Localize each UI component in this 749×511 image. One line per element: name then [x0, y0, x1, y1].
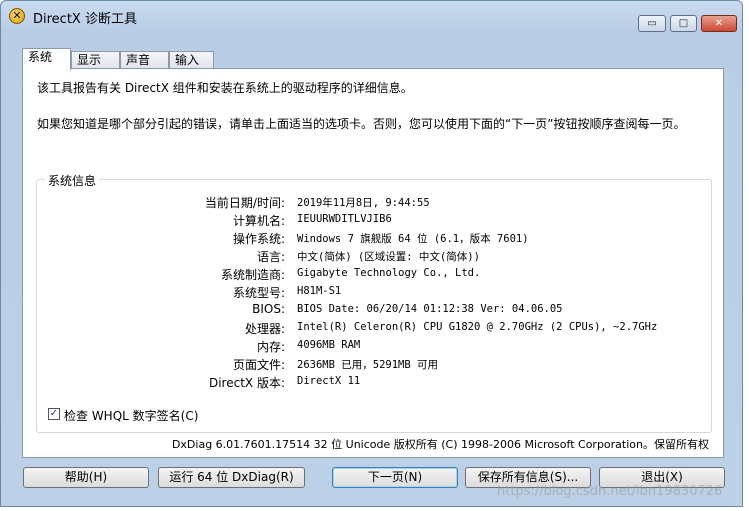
- info-value: H81M-S1: [297, 285, 342, 297]
- info-row-processor: 处理器: Intel(R) Celeron(R) CPU G1820 @ 2.7…: [37, 320, 711, 338]
- info-row-bios: BIOS: BIOS Date: 06/20/14 01:12:38 Ver: …: [37, 302, 711, 320]
- whql-check-label[interactable]: 检查 WHQL 数字签名(C): [64, 407, 198, 424]
- info-label: 处理器:: [244, 322, 285, 336]
- run-64bit-dxdiag-button[interactable]: 运行 64 位 DxDiag(R): [158, 467, 305, 488]
- info-row-language: 语言: 中文(简体) (区域设置: 中文(简体)): [37, 248, 711, 266]
- info-label: 操作系统:: [232, 232, 285, 246]
- intro-line-2: 如果您知道是哪个部分引起的错误，请单击上面适当的选项卡。否则，您可以使用下面的“…: [37, 117, 686, 131]
- info-value: Windows 7 旗舰版 64 位 (6.1，版本 7601): [297, 233, 529, 245]
- watermark-text: https://blog.csdn.net/lbn19830726: [497, 484, 723, 499]
- close-button[interactable]: ✕: [701, 15, 737, 32]
- info-label: 系统型号:: [232, 286, 285, 300]
- next-page-button[interactable]: 下一页(N): [332, 467, 458, 488]
- info-row-manufacturer: 系统制造商: Gigabyte Technology Co., Ltd.: [37, 266, 711, 284]
- info-row-os: 操作系统: Windows 7 旗舰版 64 位 (6.1，版本 7601): [37, 230, 711, 248]
- info-value: DirectX 11: [297, 375, 361, 387]
- tab-display[interactable]: 显示: [71, 51, 120, 69]
- title-bar[interactable]: ✕ DirectX 诊断工具 ▭ □ ✕: [1, 1, 742, 32]
- info-row-pagefile: 页面文件: 2636MB 已用，5291MB 可用: [37, 356, 711, 374]
- copyright-text: DxDiag 6.01.7601.17514 32 位 Unicode 版权所有…: [171, 438, 709, 451]
- info-value: 2019年11月8日, 9:44:55: [297, 197, 430, 209]
- intro-line-1: 该工具报告有关 DirectX 组件和安装在系统上的驱动程序的详细信息。: [37, 81, 413, 95]
- info-value: 中文(简体) (区域设置: 中文(简体)): [297, 251, 480, 263]
- window-title: DirectX 诊断工具: [33, 12, 137, 27]
- info-label: 当前日期/时间:: [204, 196, 285, 210]
- info-label: 系统制造商:: [220, 268, 285, 282]
- info-row-memory: 内存: 4096MB RAM: [37, 338, 711, 356]
- info-label: 页面文件:: [232, 358, 285, 372]
- system-info-group: 系统信息 当前日期/时间: 2019年11月8日, 9:44:55 计算机名: …: [36, 172, 712, 433]
- info-row-computer-name: 计算机名: IEUURWDITLVJIB6: [37, 212, 711, 230]
- info-label: 计算机名:: [232, 214, 285, 228]
- minimize-button[interactable]: ▭: [638, 15, 666, 32]
- tab-system[interactable]: 系统: [22, 48, 71, 70]
- system-tab-panel: 该工具报告有关 DirectX 组件和安装在系统上的驱动程序的详细信息。 如果您…: [22, 68, 724, 458]
- info-value: Gigabyte Technology Co., Ltd.: [297, 267, 481, 279]
- info-row-directx-version: DirectX 版本: DirectX 11: [37, 374, 711, 392]
- tab-input[interactable]: 输入: [169, 51, 214, 69]
- info-row-datetime: 当前日期/时间: 2019年11月8日, 9:44:55: [37, 194, 711, 212]
- tab-sound[interactable]: 声音: [120, 51, 169, 69]
- maximize-button[interactable]: □: [670, 15, 697, 32]
- info-value: BIOS Date: 06/20/14 01:12:38 Ver: 04.06.…: [297, 303, 563, 315]
- info-value: Intel(R) Celeron(R) CPU G1820 @ 2.70GHz …: [297, 321, 658, 333]
- info-label: DirectX 版本:: [208, 376, 285, 390]
- info-label: 语言:: [256, 250, 285, 264]
- info-label: 内存:: [256, 340, 285, 354]
- whql-checkbox[interactable]: ✓: [48, 408, 60, 420]
- system-info-title: 系统信息: [45, 172, 100, 189]
- info-label: BIOS:: [252, 302, 285, 316]
- info-row-model: 系统型号: H81M-S1: [37, 284, 711, 302]
- help-button[interactable]: 帮助(H): [23, 467, 149, 488]
- info-value: 2636MB 已用，5291MB 可用: [297, 359, 439, 371]
- directx-x-icon: ✕: [9, 8, 25, 24]
- dxdiag-window: ✕ DirectX 诊断工具 ▭ □ ✕ 系统 显示 声音 输入 该工具报告有关…: [0, 0, 743, 507]
- info-value: 4096MB RAM: [297, 339, 361, 351]
- info-value: IEUURWDITLVJIB6: [297, 213, 392, 225]
